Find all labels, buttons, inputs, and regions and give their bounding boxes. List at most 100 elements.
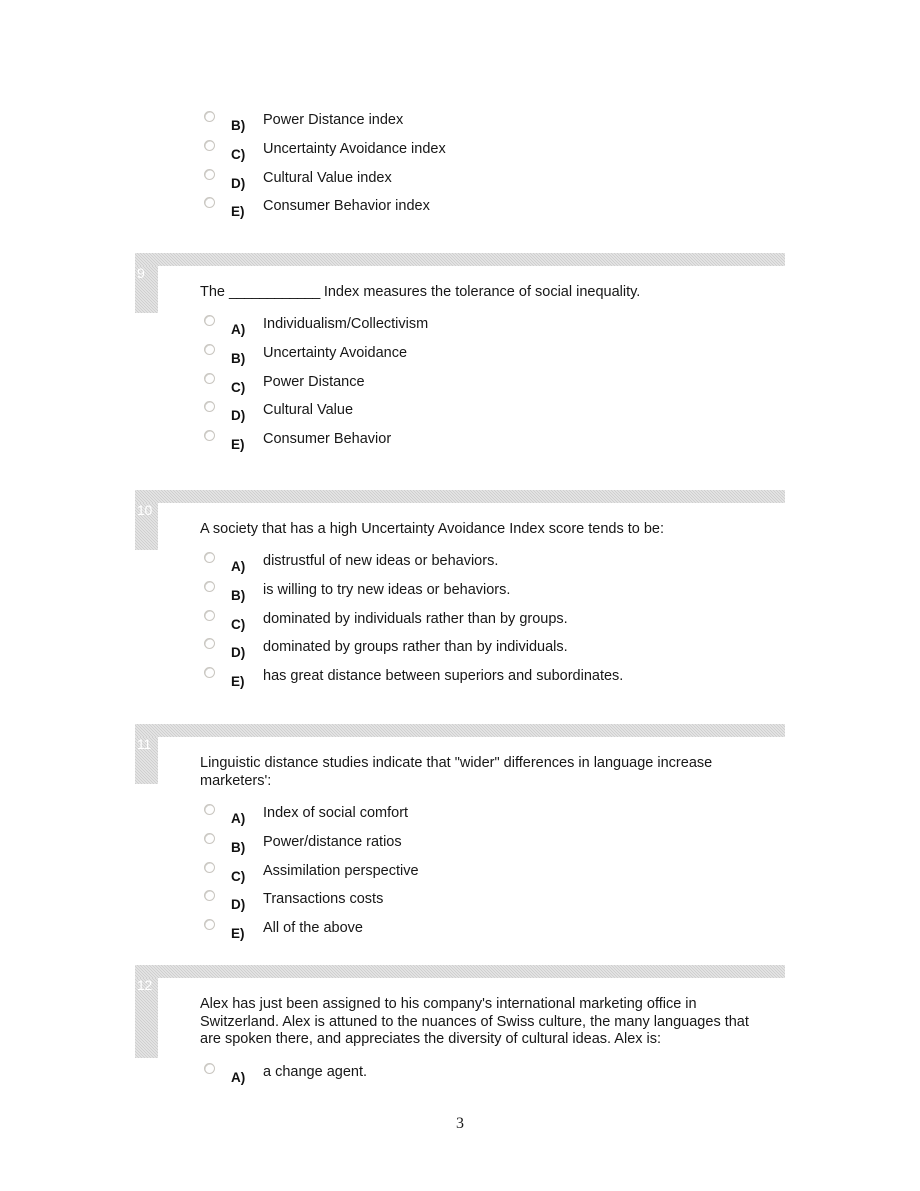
question-header-bar xyxy=(135,724,785,737)
question-stem: Alex has just been assigned to his compa… xyxy=(200,996,749,1047)
option-letter: A) xyxy=(231,811,246,826)
option-text[interactable]: Consumer Behavior xyxy=(263,431,391,448)
option-letter: D) xyxy=(231,175,246,191)
option-text[interactable]: Power Distance index xyxy=(263,112,403,129)
option-letter: A) xyxy=(231,559,246,574)
option-text[interactable]: is willing to try new ideas or behaviors… xyxy=(263,582,510,599)
radio-unselected-icon[interactable] xyxy=(204,343,215,355)
radio-unselected-icon[interactable] xyxy=(204,111,215,122)
option-row[interactable]: C) Uncertainty Avoidance index xyxy=(200,139,920,168)
question-stem: Linguistic distance studies indicate tha… xyxy=(200,755,713,789)
page-number: 3 xyxy=(456,1115,464,1132)
radio-unselected-icon[interactable] xyxy=(204,609,215,621)
option-text[interactable]: Assimilation perspective xyxy=(263,863,419,880)
option-row[interactable]: A) Index of social comfort xyxy=(200,803,920,832)
option-text[interactable]: Power Distance xyxy=(263,374,365,391)
radio-unselected-icon[interactable] xyxy=(204,919,215,931)
radio-unselected-icon[interactable] xyxy=(204,430,215,442)
option-row[interactable]: B) is willing to try new ideas or behavi… xyxy=(200,580,920,609)
radio-unselected-icon[interactable] xyxy=(204,139,215,151)
option-letter: E) xyxy=(231,437,245,453)
option-row[interactable]: A) Individualism/Collectivism xyxy=(200,314,920,343)
question-number: 11 xyxy=(135,737,158,784)
radio-unselected-icon[interactable] xyxy=(204,580,215,592)
option-letter: A) xyxy=(231,1070,246,1085)
radio-unselected-icon[interactable] xyxy=(204,890,215,902)
radio-unselected-icon[interactable] xyxy=(204,401,215,413)
option-text[interactable]: a change agent. xyxy=(263,1064,367,1081)
radio-unselected-icon[interactable] xyxy=(204,372,215,384)
question-header-bar xyxy=(135,965,785,978)
question-block-10: 10 A society that has a high Uncertainty… xyxy=(0,490,920,695)
option-row[interactable]: D) Cultural Value index xyxy=(200,168,920,197)
option-text[interactable]: dominated by individuals rather than by … xyxy=(263,611,568,628)
radio-unselected-icon[interactable] xyxy=(204,638,215,650)
radio-unselected-icon[interactable] xyxy=(204,1063,215,1074)
option-letter: B) xyxy=(231,587,246,603)
option-row[interactable]: C) Assimilation perspective xyxy=(200,861,920,890)
option-row[interactable]: A) distrustful of new ideas or behaviors… xyxy=(200,551,920,580)
question-block-9: 9 The ____________ Index measures the to… xyxy=(0,253,920,458)
option-row[interactable]: A) a change agent. xyxy=(200,1062,920,1091)
option-row[interactable]: C) Power Distance xyxy=(200,372,920,401)
question-stem: A society that has a high Uncertainty Av… xyxy=(200,521,665,537)
option-row[interactable]: B) Power Distance index xyxy=(200,110,920,139)
option-letter: C) xyxy=(231,146,246,162)
option-row[interactable]: E) Consumer Behavior index xyxy=(200,196,920,225)
radio-unselected-icon[interactable] xyxy=(204,861,215,873)
option-letter: D) xyxy=(231,897,246,913)
option-text[interactable]: Cultural Value index xyxy=(263,170,392,187)
option-row[interactable]: B) Power/distance ratios xyxy=(200,832,920,861)
option-text[interactable]: Cultural Value xyxy=(263,402,353,419)
option-row[interactable]: C) dominated by individuals rather than … xyxy=(200,609,920,638)
option-text[interactable]: Index of social comfort xyxy=(263,805,408,822)
option-text[interactable]: has great distance between superiors and… xyxy=(263,668,623,685)
option-text[interactable]: Uncertainty Avoidance xyxy=(263,345,407,362)
option-text[interactable]: Individualism/Collectivism xyxy=(263,316,428,333)
radio-unselected-icon[interactable] xyxy=(204,552,215,563)
option-row[interactable]: D) dominated by groups rather than by in… xyxy=(200,637,920,666)
continued-options-group: B) Power Distance index C) Uncertainty A… xyxy=(0,108,920,225)
question-number: 9 xyxy=(135,266,158,313)
quiz-page: B) Power Distance index C) Uncertainty A… xyxy=(0,0,920,1191)
option-text[interactable]: distrustful of new ideas or behaviors. xyxy=(263,553,498,570)
option-row[interactable]: B) Uncertainty Avoidance xyxy=(200,343,920,372)
option-letter: D) xyxy=(231,645,246,661)
stem-part-after: Index measures the tolerance of social i… xyxy=(319,284,641,300)
question-block-12: 12 Alex has just been assigned to his co… xyxy=(0,965,920,1091)
option-text[interactable]: Transactions costs xyxy=(263,891,383,908)
radio-unselected-icon[interactable] xyxy=(204,804,215,815)
option-letter: B) xyxy=(231,118,246,133)
option-letter: B) xyxy=(231,350,246,366)
stem-part-before: The xyxy=(200,284,230,300)
option-row[interactable]: D) Cultural Value xyxy=(200,400,920,429)
option-letter: A) xyxy=(231,322,246,337)
option-letter: E) xyxy=(231,674,245,690)
question-number: 12 xyxy=(135,978,158,1058)
option-letter: C) xyxy=(231,379,246,395)
question-header-bar xyxy=(135,253,785,266)
option-list-12: A) a change agent. xyxy=(0,1062,920,1091)
option-list-continued: B) Power Distance index C) Uncertainty A… xyxy=(0,110,920,225)
option-text[interactable]: Uncertainty Avoidance index xyxy=(263,141,446,158)
radio-unselected-icon[interactable] xyxy=(204,832,215,844)
option-letter: D) xyxy=(231,408,246,424)
radio-unselected-icon[interactable] xyxy=(204,197,215,209)
radio-unselected-icon[interactable] xyxy=(204,168,215,180)
radio-unselected-icon[interactable] xyxy=(204,667,215,679)
question-stem: The ____________ Index measures the tole… xyxy=(200,266,920,302)
question-block-11: 11 Linguistic distance studies indicate … xyxy=(0,724,920,947)
option-letter: C) xyxy=(231,868,246,884)
option-letter: C) xyxy=(231,616,246,632)
option-row[interactable]: E) All of the above xyxy=(200,918,920,947)
option-text[interactable]: Consumer Behavior index xyxy=(263,198,430,215)
option-letter: B) xyxy=(231,839,246,855)
fill-in-blank: ____________ xyxy=(229,284,320,300)
option-row[interactable]: E) Consumer Behavior xyxy=(200,429,920,458)
option-text[interactable]: All of the above xyxy=(263,920,363,937)
option-text[interactable]: Power/distance ratios xyxy=(263,834,402,851)
option-text[interactable]: dominated by groups rather than by indiv… xyxy=(263,639,568,656)
option-row[interactable]: D) Transactions costs xyxy=(200,889,920,918)
option-row[interactable]: E) has great distance between superiors … xyxy=(200,666,920,695)
radio-unselected-icon[interactable] xyxy=(204,315,215,326)
